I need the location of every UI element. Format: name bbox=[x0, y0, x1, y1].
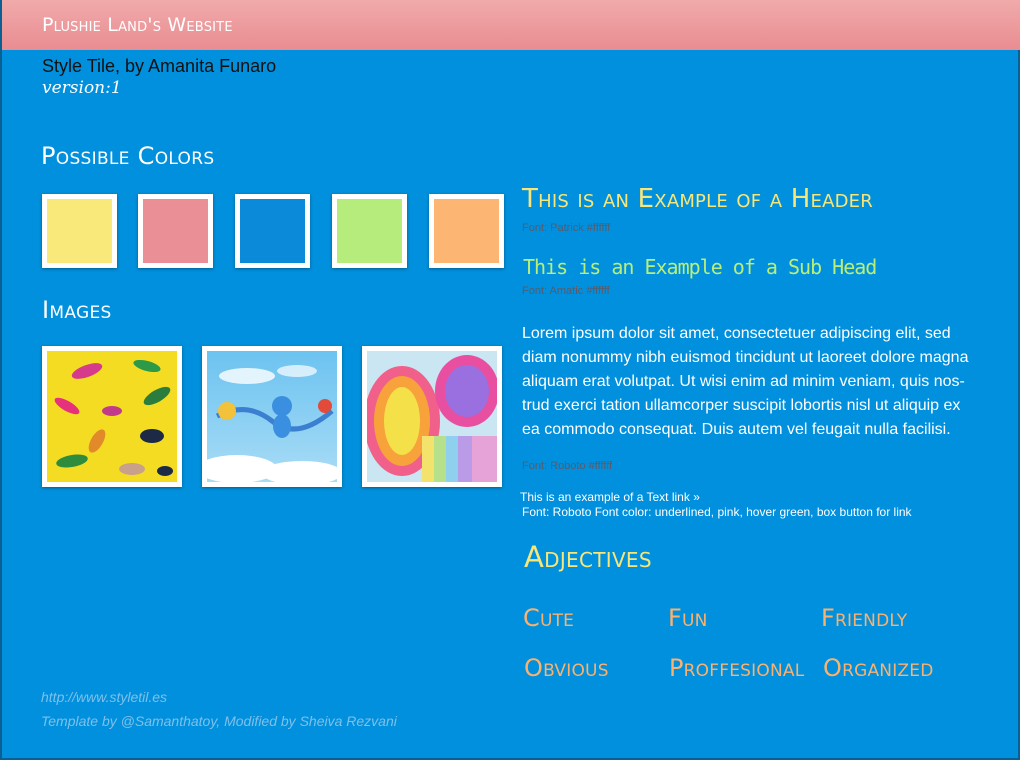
adjective-cute: Cute bbox=[523, 604, 575, 632]
style-tile-page: Plushie Land's Website Style Tile, by Am… bbox=[0, 0, 1020, 760]
subhead-font-note: Font: Amatic #ffffff bbox=[522, 285, 610, 297]
adjective-friendly: Friendly bbox=[821, 604, 908, 632]
footer-credit: Template by @Samanthatoy, Modified by Sh… bbox=[41, 713, 397, 729]
style-tile-byline: Style Tile, by Amanita Funaro bbox=[42, 56, 277, 76]
rainbow-slinky-image bbox=[367, 351, 497, 482]
site-title: Plushie Land's Website bbox=[42, 14, 233, 36]
color-swatch-pink bbox=[138, 194, 213, 268]
example-text-link[interactable]: This is an example of a Text link » bbox=[520, 490, 700, 504]
color-swatch-orange bbox=[429, 194, 504, 268]
example-subhead: This is an Example of a Sub Head bbox=[523, 255, 877, 279]
example-header: This is an Example of a Header bbox=[522, 184, 873, 214]
color-swatch-green bbox=[332, 194, 407, 268]
color-swatch-blue bbox=[235, 194, 310, 268]
top-banner: Plushie Land's Website bbox=[2, 0, 1020, 50]
slinky-photo bbox=[362, 346, 502, 487]
toy-monkeys-image bbox=[207, 351, 337, 482]
images-heading: Images bbox=[42, 296, 112, 324]
header-font-note: Font: Patrick #ffffff bbox=[522, 222, 611, 234]
adjective-obvious: Obvious bbox=[524, 654, 609, 682]
adjective-organized: Organized bbox=[823, 654, 934, 682]
footer-url: http://www.styletil.es bbox=[41, 689, 168, 705]
adjective-fun: Fun bbox=[668, 604, 708, 632]
toy-dinosaurs-image bbox=[47, 351, 177, 482]
color-swatch-yellow bbox=[42, 194, 117, 268]
adjectives-heading: Adjectives bbox=[524, 540, 652, 574]
toy-figures-sky-photo bbox=[202, 346, 342, 487]
link-font-note: Font: Roboto Font color: underlined, pin… bbox=[522, 505, 912, 519]
colors-heading: Possible Colors bbox=[41, 142, 215, 170]
version-label: version:1 bbox=[42, 78, 122, 98]
body-font-note: Font: Roboto #ffffff bbox=[522, 460, 613, 472]
toy-animals-photo bbox=[42, 346, 182, 487]
adjective-proffesional: Proffesional bbox=[669, 654, 805, 682]
body-text-sample: Lorem ipsum dolor sit amet, consectetuer… bbox=[522, 325, 969, 438]
